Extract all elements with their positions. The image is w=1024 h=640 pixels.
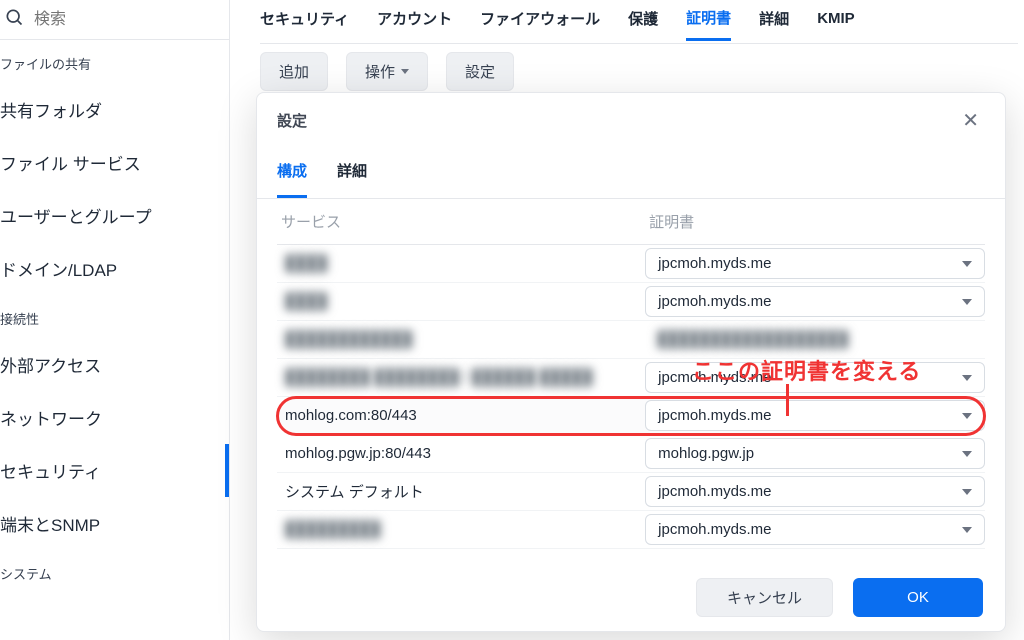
certificate-value: jpcmoh.myds.me xyxy=(658,483,771,500)
certificate-cell: jpcmoh.myds.me xyxy=(645,474,985,509)
column-service: サービス xyxy=(277,199,645,244)
service-cell: mohlog.pgw.jp:80/443 xyxy=(277,441,645,466)
service-cell: ████ xyxy=(277,289,645,314)
chevron-down-icon xyxy=(962,299,972,305)
certificate-cell: jpcmoh.myds.me xyxy=(645,360,985,395)
certificate-cell: ██████████████████ xyxy=(645,323,985,356)
sidebar-item[interactable]: セキュリティ xyxy=(0,444,229,497)
certificate-value: jpcmoh.myds.me xyxy=(658,521,771,538)
search-input[interactable] xyxy=(32,10,243,30)
chevron-down-icon xyxy=(962,451,972,457)
dialog-subtab[interactable]: 詳細 xyxy=(337,160,367,198)
certificate-table: サービス 証明書 ████ jpcmoh.myds.me ████ jpcmoh.my… xyxy=(257,199,1005,549)
dialog-subtabs: 構成詳細 xyxy=(257,148,1005,199)
sidebar: ファイルの共有共有フォルダファイル サービスユーザーとグループドメイン/LDAP… xyxy=(0,0,230,640)
ok-button[interactable]: OK xyxy=(853,578,983,617)
dialog-title: 設定 xyxy=(277,110,307,131)
certificate-select[interactable]: jpcmoh.myds.me xyxy=(645,400,985,431)
service-cell: ████ xyxy=(277,251,645,276)
sidebar-item[interactable]: ドメイン/LDAP xyxy=(0,242,229,295)
top-tab[interactable]: セキュリティ xyxy=(260,8,349,39)
chevron-down-icon xyxy=(962,489,972,495)
sidebar-item[interactable]: 外部アクセス xyxy=(0,338,229,391)
toolbar: 追加 操作 設定 xyxy=(260,52,514,91)
settings-dialog: 設定 ✕ 構成詳細 サービス 証明書 ████jpcmoh.myds.me███… xyxy=(256,92,1006,632)
certificate-select[interactable]: jpcmoh.myds.me xyxy=(645,514,985,545)
settings-button[interactable]: 設定 xyxy=(446,52,514,91)
certificate-cell: jpcmoh.myds.me xyxy=(645,246,985,281)
close-button[interactable]: ✕ xyxy=(956,107,985,134)
chevron-down-icon xyxy=(962,261,972,267)
certificate-select[interactable]: mohlog.pgw.jp xyxy=(645,438,985,469)
top-tab[interactable]: アカウント xyxy=(377,8,452,39)
dialog-subtab[interactable]: 構成 xyxy=(277,160,307,198)
table-row: ██████████████████████████████ xyxy=(277,321,985,359)
sidebar-item[interactable]: ファイル サービス xyxy=(0,136,229,189)
service-cell: ████████████ xyxy=(277,327,645,352)
sidebar-group-header: 接続性 xyxy=(0,295,229,338)
service-cell: システム デフォルト xyxy=(277,477,645,506)
table-row: システム デフォルト jpcmoh.myds.me xyxy=(277,473,985,511)
table-row: mohlog.pgw.jp:80/443 mohlog.pgw.jp xyxy=(277,435,985,473)
table-row: █████████ jpcmoh.myds.me xyxy=(277,511,985,549)
chevron-down-icon xyxy=(962,527,972,533)
sidebar-group-header: システム xyxy=(0,550,229,593)
top-tab[interactable]: 保護 xyxy=(628,8,658,39)
top-tab[interactable]: 証明書 xyxy=(686,7,731,41)
cancel-button[interactable]: キャンセル xyxy=(696,578,833,617)
service-cell: █████████ xyxy=(277,517,645,542)
table-row: ████████ ████████ / ██████ █████ jpcmoh.m… xyxy=(277,359,985,397)
top-tab[interactable]: KMIP xyxy=(817,10,855,37)
chevron-down-icon xyxy=(401,69,409,74)
actions-button[interactable]: 操作 xyxy=(346,52,428,91)
certificate-value: jpcmoh.myds.me xyxy=(658,293,771,310)
table-header-row: サービス 証明書 xyxy=(277,199,985,245)
add-button[interactable]: 追加 xyxy=(260,52,328,91)
certificate-value: jpcmoh.myds.me xyxy=(658,369,771,386)
top-tab[interactable]: ファイアウォール xyxy=(480,8,600,39)
certificate-select[interactable]: jpcmoh.myds.me xyxy=(645,476,985,507)
certificate-select: ██████████████████ xyxy=(645,325,985,354)
certificate-value: mohlog.pgw.jp xyxy=(658,445,754,462)
chevron-down-icon xyxy=(962,413,972,419)
sidebar-item[interactable]: 端末とSNMP xyxy=(0,497,229,550)
search-icon xyxy=(4,7,24,32)
sidebar-item[interactable]: ユーザーとグループ xyxy=(0,189,229,242)
service-cell: ████████ ████████ / ██████ █████ xyxy=(277,365,645,390)
certificate-cell: mohlog.pgw.jp xyxy=(645,436,985,471)
table-row: ████ jpcmoh.myds.me xyxy=(277,245,985,283)
certificate-value: jpcmoh.myds.me xyxy=(658,255,771,272)
certificate-select[interactable]: jpcmoh.myds.me xyxy=(645,248,985,279)
top-tab[interactable]: 詳細 xyxy=(759,8,789,39)
search-box[interactable] xyxy=(0,0,229,40)
certificate-cell: jpcmoh.myds.me xyxy=(645,512,985,547)
service-cell: mohlog.com:80/443 xyxy=(277,403,645,428)
dialog-footer: キャンセル OK xyxy=(696,578,983,617)
sidebar-group-header: ファイルの共有 xyxy=(0,40,229,83)
certificate-select[interactable]: jpcmoh.myds.me xyxy=(645,362,985,393)
column-certificate: 証明書 xyxy=(645,199,985,244)
certificate-cell: jpcmoh.myds.me xyxy=(645,398,985,433)
sidebar-item[interactable]: ネットワーク xyxy=(0,391,229,444)
chevron-down-icon xyxy=(962,375,972,381)
certificate-value: jpcmoh.myds.me xyxy=(658,407,771,424)
top-tabs: セキュリティアカウントファイアウォール保護証明書詳細 KMIP xyxy=(260,4,1018,44)
table-row: ████ jpcmoh.myds.me xyxy=(277,283,985,321)
certificate-value: ██████████████████ xyxy=(657,331,848,348)
certificate-select[interactable]: jpcmoh.myds.me xyxy=(645,286,985,317)
sidebar-item[interactable]: 共有フォルダ xyxy=(0,83,229,136)
certificate-cell: jpcmoh.myds.me xyxy=(645,284,985,319)
table-row: mohlog.com:80/443 jpcmoh.myds.me xyxy=(277,397,985,435)
